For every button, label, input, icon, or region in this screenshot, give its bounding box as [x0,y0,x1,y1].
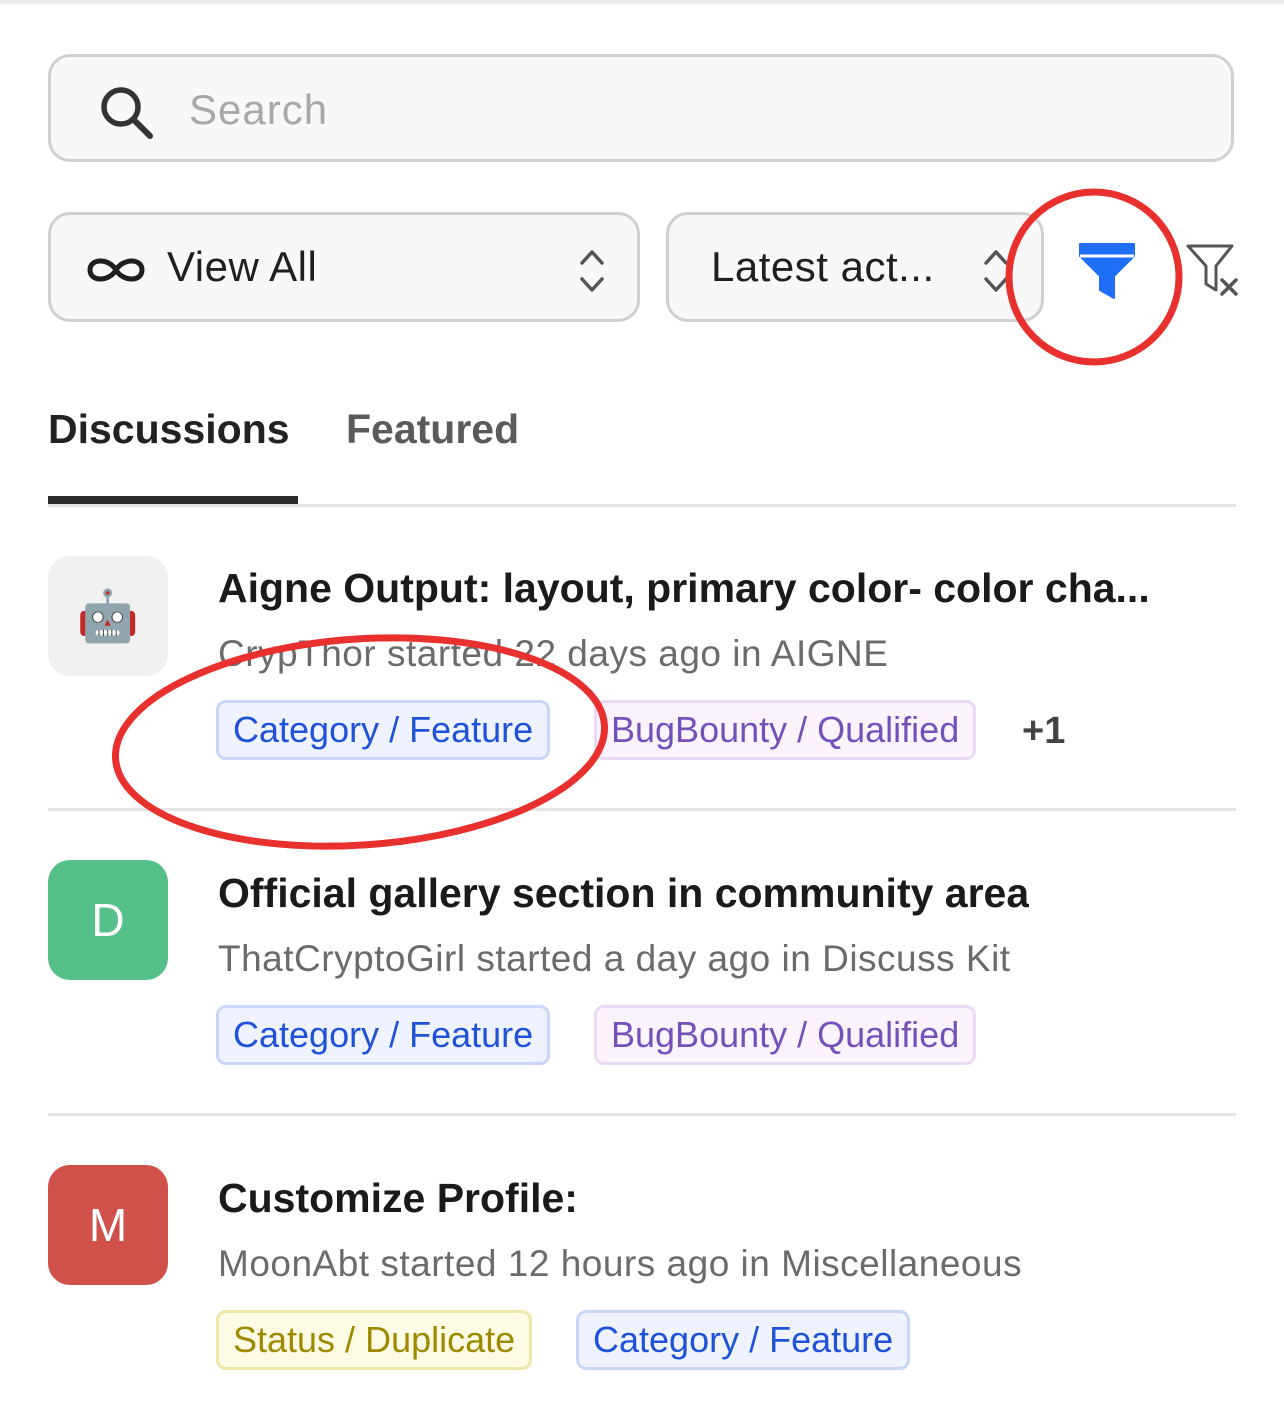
view-select-value: View All [167,243,318,290]
discussion-meta: MoonAbt started 12 hours ago in Miscella… [218,1243,1023,1284]
tab-discussions[interactable]: Discussions [48,406,290,453]
infinity-icon [87,258,145,282]
search-input[interactable] [187,81,1191,139]
more-tags-count[interactable]: +1 [1022,710,1065,753]
tabs-divider [48,504,1236,507]
list-divider [48,808,1236,811]
avatar: M [48,1165,168,1285]
discussion-title[interactable]: Aigne Output: layout, primary color- col… [218,565,1150,612]
tag-category-feature[interactable]: Category / Feature [216,1005,551,1065]
tag-bugbounty-qualified[interactable]: BugBounty / Qualified [594,700,977,760]
search-box[interactable] [48,54,1234,162]
tag-category-feature[interactable]: Category / Feature [576,1310,911,1370]
discussion-title[interactable]: Official gallery section in community ar… [218,870,1029,917]
discussion-meta: CrypThor started 22 days ago in AIGNE [218,633,889,674]
active-tab-indicator [48,496,298,504]
tag-category-feature[interactable]: Category / Feature [216,700,551,760]
discussion-title[interactable]: Customize Profile: [218,1175,578,1222]
chevron-updown-icon [984,250,1008,292]
sort-select-value: Latest act... [711,243,935,290]
filter-clear-icon[interactable] [1184,240,1246,302]
tag-bugbounty-qualified[interactable]: BugBounty / Qualified [594,1005,977,1065]
sort-select[interactable]: Latest act... [666,212,1044,322]
avatar: 🤖 [48,556,168,676]
filter-icon[interactable] [1072,236,1142,306]
avatar: D [48,860,168,980]
tag-status-duplicate[interactable]: Status / Duplicate [216,1310,533,1370]
view-select[interactable]: View All [48,212,640,322]
top-border [0,0,1284,4]
search-icon [101,87,153,139]
chevron-updown-icon [580,250,604,292]
list-divider [48,1113,1236,1116]
tab-featured[interactable]: Featured [346,406,519,453]
discussion-meta: ThatCryptoGirl started a day ago in Disc… [218,938,1011,979]
